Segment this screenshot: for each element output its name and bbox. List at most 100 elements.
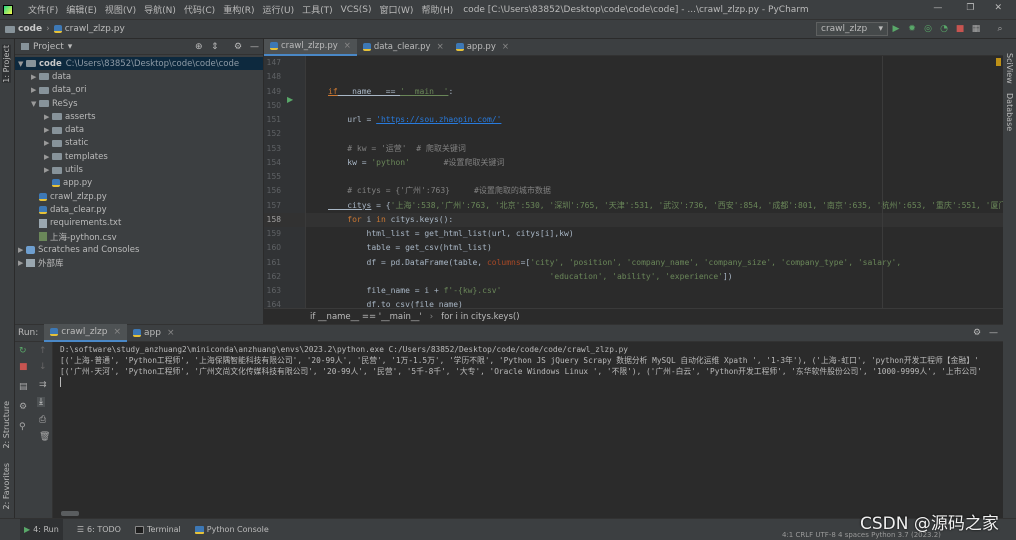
line-number: 153 xyxy=(266,143,281,153)
run-tab-crawl-zlzp[interactable]: crawl_zlzp × xyxy=(44,324,128,342)
project-structure-icon[interactable]: ▦ xyxy=(970,23,982,35)
run-icon[interactable]: ▶ xyxy=(890,23,902,35)
code-editor[interactable]: if __name__ == '__main__': url = 'https:… xyxy=(306,56,1003,308)
stop-icon[interactable]: ■ xyxy=(19,362,28,372)
tree-item[interactable]: app.py xyxy=(15,177,263,190)
sciview-tool-tab[interactable]: SciView xyxy=(1005,53,1014,84)
bottom-tab-label: 6: TODO xyxy=(87,525,121,534)
tree-item[interactable]: requirements.txt xyxy=(15,217,263,230)
run-tab-label: app xyxy=(144,328,161,338)
folder-icon xyxy=(26,60,36,68)
bottom-tab-todo[interactable]: ☰ 6: TODO xyxy=(77,525,121,534)
menu-item[interactable]: 重构(R) xyxy=(223,3,254,16)
favorites-tool-tab[interactable]: 2: Favorites xyxy=(2,463,11,509)
maximize-icon[interactable]: ❐ xyxy=(966,3,974,13)
console-output[interactable]: D:\software\study_anzhuang2\miniconda\an… xyxy=(53,342,1003,510)
tree-external-libraries[interactable]: ▶ 外部库 xyxy=(15,256,263,269)
minimize-icon[interactable]: — xyxy=(933,3,942,13)
tree-root[interactable]: ▼ code C:\Users\83852\Desktop\code\code\… xyxy=(15,57,263,71)
coverage-icon[interactable]: ◎ xyxy=(922,23,934,35)
tab-data-clear[interactable]: data_clear.py × xyxy=(357,39,450,56)
close-icon[interactable]: × xyxy=(344,41,351,51)
scrollbar-markers[interactable] xyxy=(996,58,1001,66)
tab-label: crawl_zlzp.py xyxy=(281,41,338,51)
menu-item[interactable]: 视图(V) xyxy=(105,3,136,16)
console-line: D:\software\study_anzhuang2\miniconda\an… xyxy=(60,345,628,354)
run-tab-app[interactable]: app × xyxy=(127,324,181,342)
debug-icon[interactable]: ✹ xyxy=(906,23,918,35)
tree-item[interactable]: ▶ utils xyxy=(15,163,263,176)
python-file-icon xyxy=(50,328,59,336)
tree-item[interactable]: ▶ static xyxy=(15,137,263,150)
tree-item[interactable]: ▶ data xyxy=(15,123,263,136)
code-token: in xyxy=(376,214,386,224)
tree-item[interactable]: crawl_zlzp.py xyxy=(15,190,263,203)
close-icon[interactable]: × xyxy=(113,327,121,337)
project-header-label[interactable]: Project xyxy=(33,42,64,52)
tab-crawl-zlzp[interactable]: crawl_zlzp.py × xyxy=(264,38,357,56)
tree-item[interactable]: ▶ data xyxy=(15,70,263,83)
tab-app[interactable]: app.py × xyxy=(450,39,515,56)
locate-icon[interactable]: ⊕ xyxy=(195,42,203,52)
close-icon[interactable]: × xyxy=(167,328,175,338)
breadcrumb-for-loop[interactable]: for i in citys.keys() xyxy=(441,312,519,322)
trash-icon[interactable]: 🗑 xyxy=(39,432,50,442)
profile-icon[interactable]: ◔ xyxy=(938,23,950,35)
structure-tool-tab[interactable]: 2: Structure xyxy=(2,401,11,449)
scroll-down-icon[interactable]: ↓ xyxy=(39,362,47,372)
settings-icon[interactable]: ⚙ xyxy=(19,402,27,412)
pin-icon[interactable]: ⚲ xyxy=(19,422,26,432)
menu-item[interactable]: 文件(F) xyxy=(28,3,58,16)
tree-item[interactable]: 上海-python.csv xyxy=(15,230,263,243)
collapse-all-icon[interactable]: ⇕ xyxy=(211,42,219,52)
close-icon[interactable]: × xyxy=(502,42,509,52)
database-tool-tab[interactable]: Database xyxy=(1005,93,1014,131)
breadcrumb-file[interactable]: crawl_zlzp.py xyxy=(65,24,125,34)
breadcrumb-root[interactable]: code xyxy=(18,24,42,34)
bottom-tab-run[interactable]: ▶ 4: Run xyxy=(20,519,63,540)
bottom-tab-python-console[interactable]: Python Console xyxy=(194,525,269,534)
tree-item-label: data xyxy=(65,125,85,136)
tree-item[interactable]: ▼ ReSys xyxy=(15,97,263,110)
line-number: 152 xyxy=(266,129,281,139)
code-token: citys xyxy=(328,200,372,210)
chevron-down-icon: ▼ xyxy=(18,59,24,68)
tree-item[interactable]: ▶ templates xyxy=(15,150,263,163)
close-icon[interactable]: ✕ xyxy=(994,3,1002,13)
code-token: '__main__' xyxy=(400,86,449,96)
tree-item[interactable]: ▶ data_ori xyxy=(15,84,263,97)
menu-item[interactable]: 导航(N) xyxy=(144,3,176,16)
run-gutter-icon[interactable]: ▶ xyxy=(287,95,293,104)
code-link[interactable]: 'https://sou.zhaopin.com/' xyxy=(376,115,501,124)
scroll-to-end-icon[interactable]: ⤓ xyxy=(37,397,45,407)
layout-icon[interactable]: ▤ xyxy=(19,382,28,392)
breadcrumb-if-main[interactable]: if __name__ == '__main__' xyxy=(310,312,422,322)
tree-item[interactable]: ▶ asserts xyxy=(15,110,263,123)
chevron-down-icon[interactable]: ▾ xyxy=(68,42,73,52)
scroll-up-icon[interactable]: ↑ xyxy=(39,346,47,356)
folder-icon xyxy=(52,113,62,121)
gear-icon[interactable]: ⚙ xyxy=(973,328,981,338)
search-icon[interactable]: ⌕ xyxy=(994,23,1006,35)
hide-panel-icon[interactable]: — xyxy=(250,42,259,52)
menu-item[interactable]: 帮助(H) xyxy=(421,3,453,16)
close-icon[interactable]: × xyxy=(437,42,444,52)
tree-scratches[interactable]: ▶ Scratches and Consoles xyxy=(15,243,263,256)
tree-item[interactable]: data_clear.py xyxy=(15,203,263,216)
run-config-select[interactable]: crawl_zlzp ▾ xyxy=(816,22,888,36)
bottom-tab-terminal[interactable]: Terminal xyxy=(134,525,181,534)
menu-item[interactable]: 编辑(E) xyxy=(66,3,97,16)
menu-item[interactable]: VCS(S) xyxy=(341,5,372,15)
print-icon[interactable]: ⎙ xyxy=(39,415,46,425)
stop-icon[interactable]: ■ xyxy=(954,23,966,35)
hide-panel-icon[interactable]: — xyxy=(989,328,998,338)
menu-item[interactable]: 运行(U) xyxy=(262,3,294,16)
project-tool-tab[interactable]: 1: Project xyxy=(2,45,11,83)
gear-icon[interactable]: ⚙ xyxy=(234,42,242,52)
menu-item[interactable]: 工具(T) xyxy=(302,3,333,16)
menu-item[interactable]: 窗口(W) xyxy=(380,3,414,16)
soft-wrap-icon[interactable]: ⇉ xyxy=(39,380,47,390)
editor-breadcrumb: if __name__ == '__main__' › for i in cit… xyxy=(264,308,1003,324)
menu-item[interactable]: 代码(C) xyxy=(184,3,215,16)
rerun-icon[interactable]: ↻ xyxy=(19,346,27,356)
